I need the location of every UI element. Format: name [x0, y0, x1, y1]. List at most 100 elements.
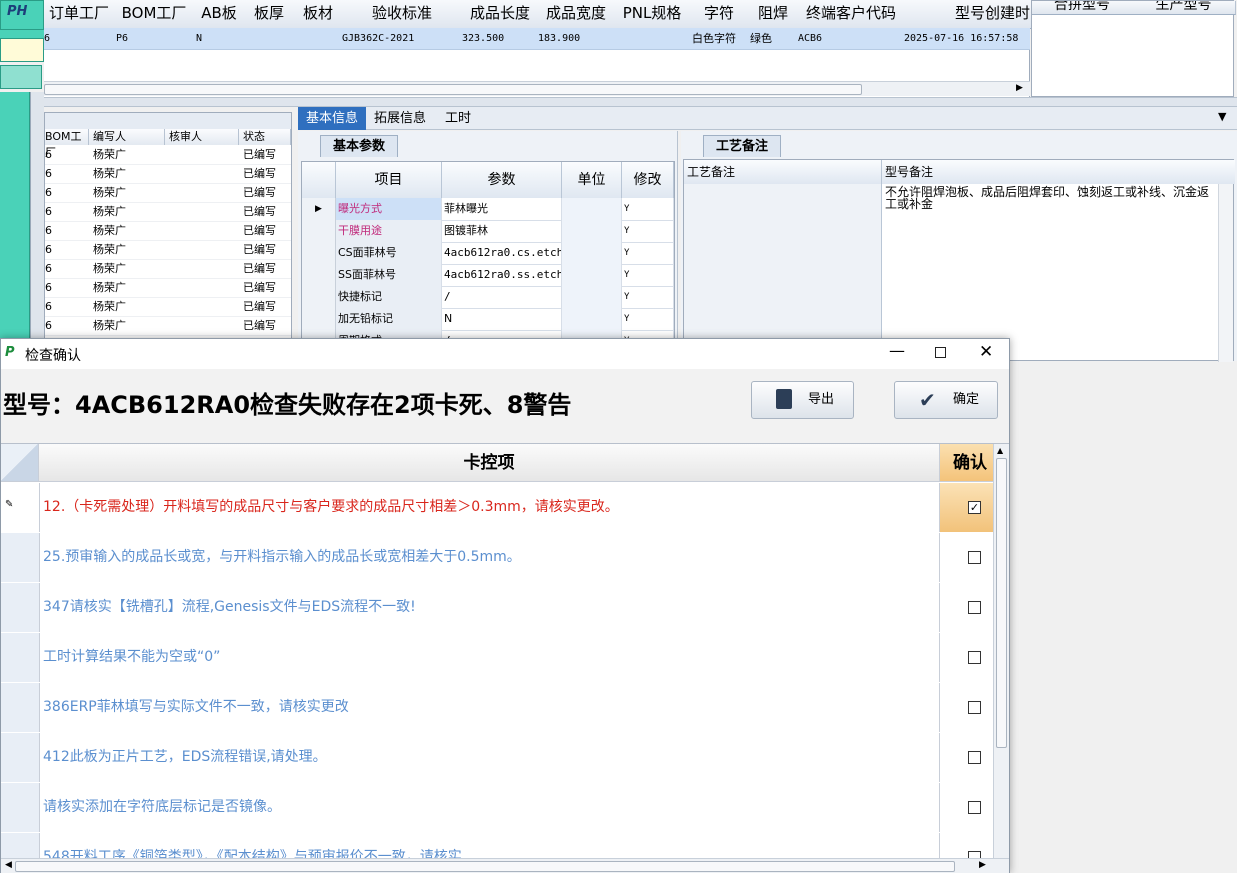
list-item[interactable]: 6 杨荣广 已编写 [45, 240, 291, 260]
check-row[interactable]: 25.预审输入的成品长或宽，与开料指示输入的成品长或宽相差大于0.5mm。 [1, 533, 993, 584]
check-row[interactable]: 386ERP菲林填写与实际文件不一致，请核实更改 [1, 683, 993, 734]
row-selector[interactable] [1, 633, 40, 682]
col-header[interactable]: 合拼型号 [1032, 1, 1133, 15]
col-header[interactable]: 验收标准 [342, 0, 463, 29]
row-selector[interactable] [1, 783, 40, 832]
param-cell-mod[interactable]: Y [622, 308, 674, 330]
col-header[interactable]: 修改 [622, 162, 674, 198]
col-header[interactable]: 字符 [690, 0, 749, 29]
param-cell-mod[interactable]: Y [622, 286, 674, 308]
row-selector[interactable] [302, 308, 336, 330]
tab-basic-params[interactable]: 基本参数 [320, 135, 398, 157]
maximize-icon[interactable] [935, 347, 946, 358]
row-selector[interactable] [302, 242, 336, 264]
remark-vscroll[interactable] [1218, 184, 1233, 362]
col-header[interactable]: 订单工厂 [44, 0, 115, 29]
splitter[interactable] [44, 97, 1237, 107]
col-header[interactable]: BOM工厂 [45, 129, 89, 159]
list-item[interactable]: 6 杨荣广 已编写 [45, 259, 291, 279]
param-cell-param[interactable]: 菲林曝光 [442, 198, 562, 220]
col-header[interactable]: 阻焊 [748, 0, 799, 29]
scroll-right-arrow-icon[interactable]: ▶ [1016, 83, 1023, 93]
col-header[interactable]: 生产型号 [1132, 1, 1236, 15]
nav-yellow-item[interactable] [0, 38, 44, 62]
col-header[interactable]: 型号创建时 [904, 0, 1033, 29]
param-cell-param[interactable]: N [442, 308, 562, 330]
table-row[interactable]: 快捷标记 / Y [302, 286, 674, 309]
row-selector[interactable] [1, 683, 40, 732]
col-header[interactable]: BOM工厂 [114, 0, 195, 29]
close-icon[interactable]: ✕ [979, 342, 993, 362]
grid-hscroll[interactable]: ◀ ▶ [1, 858, 1009, 873]
row-selector[interactable] [1, 583, 40, 632]
remark-cell-left[interactable] [684, 184, 882, 362]
list-item[interactable]: 6 杨荣广 已编写 [45, 145, 291, 165]
list-item[interactable]: 6 杨荣广 已编写 [45, 164, 291, 184]
col-header[interactable]: AB板 [194, 0, 245, 29]
nav-teal-item[interactable] [0, 65, 42, 89]
param-cell-item[interactable]: 快捷标记 [336, 286, 442, 308]
param-cell-param[interactable]: / [442, 286, 562, 308]
table-row[interactable]: SS面菲林号 4acb612ra0.ss.etch Y [302, 264, 674, 287]
check-row[interactable]: 412此板为正片工艺，EDS流程错误,请处理。 [1, 733, 993, 784]
nav-teal-block[interactable] [0, 30, 44, 38]
list-item[interactable]: 6 杨荣广 已编写 [45, 202, 291, 222]
list-item[interactable]: 6 杨荣广 已编写 [45, 278, 291, 298]
tab-basic-info[interactable]: 基本信息 [298, 107, 366, 130]
col-header-confirm[interactable]: 确认 [939, 444, 993, 482]
row-selector[interactable] [1, 833, 40, 858]
param-cell-mod[interactable]: Y [622, 264, 674, 286]
confirm-checkbox[interactable] [968, 751, 981, 764]
col-header[interactable]: 单位 [562, 162, 622, 198]
param-cell-item[interactable]: CS面菲林号 [336, 242, 442, 264]
row-selector[interactable] [1, 533, 40, 582]
table-row[interactable]: 干膜用途 图镀菲林 Y [302, 220, 674, 243]
param-cell-item[interactable]: SS面菲林号 [336, 264, 442, 286]
confirm-checkbox[interactable] [968, 701, 981, 714]
model-remark-text[interactable]: 不允许阻焊泡板、成品后阻焊套印、蚀刻返工或补线、沉金返工或补金 [885, 186, 1217, 210]
dialog-titlebar[interactable]: P 检查确认 — ✕ [1, 339, 1009, 369]
col-header[interactable]: 状态 [239, 129, 291, 145]
col-header[interactable]: 核审人 [165, 129, 239, 145]
col-header[interactable]: 成品长度 [462, 0, 539, 29]
table-row[interactable]: CS面菲林号 4acb612ra0.cs.etch Y [302, 242, 674, 265]
confirm-checkbox[interactable]: ✓ [968, 501, 981, 514]
param-cell-item[interactable]: 干膜用途 [336, 220, 442, 242]
scroll-right-arrow-icon[interactable]: ▶ [979, 860, 986, 870]
param-cell-item[interactable]: 曝光方式 [336, 198, 442, 220]
param-cell-param[interactable]: 4acb612ra0.ss.etch [442, 264, 562, 286]
check-row[interactable]: 548开料工序《铜箔类型》，《配本结构》与预审报价不一致，请核实 [1, 833, 993, 858]
confirm-checkbox[interactable] [968, 551, 981, 564]
param-cell-unit[interactable] [562, 220, 622, 242]
tabs-dropdown-icon[interactable]: ▼ [1218, 110, 1226, 123]
table-row[interactable]: ▶ 曝光方式 菲林曝光 Y [302, 198, 674, 221]
check-row[interactable]: 347请核实【铣槽孔】流程,Genesis文件与EDS流程不一致! [1, 583, 993, 634]
list-item[interactable]: 6 杨荣广 已编写 [45, 183, 291, 203]
grid-vscroll[interactable]: ▲ [993, 444, 1009, 858]
col-header[interactable]: 板厚 [244, 0, 295, 29]
tab-process-remarks[interactable]: 工艺备注 [703, 135, 781, 157]
row-selector[interactable]: ▶ [302, 198, 336, 220]
row-selector[interactable] [1, 733, 40, 782]
param-cell-param[interactable]: 4acb612ra0.cs.etch [442, 242, 562, 264]
list-item[interactable]: 6 杨荣广 已编写 [45, 297, 291, 317]
row-selector[interactable] [302, 220, 336, 242]
param-cell-unit[interactable] [562, 308, 622, 330]
param-cell-unit[interactable] [562, 242, 622, 264]
row-selector[interactable]: ✎ [1, 483, 40, 532]
minimize-icon[interactable]: — [889, 341, 905, 360]
col-header[interactable]: 终端客户代码 [798, 0, 905, 29]
confirm-checkbox[interactable] [968, 851, 981, 858]
table-row[interactable]: 加无铅标记 N Y [302, 308, 674, 331]
param-cell-mod[interactable]: Y [622, 198, 674, 220]
scroll-thumb[interactable] [15, 861, 955, 872]
tab-work-hours[interactable]: 工时 [438, 107, 478, 130]
param-cell-unit[interactable] [562, 264, 622, 286]
confirm-checkbox[interactable] [968, 601, 981, 614]
ok-button[interactable]: ✔ 确定 [894, 381, 998, 419]
param-cell-unit[interactable] [562, 286, 622, 308]
list-item[interactable]: 6 杨荣广 已编写 [45, 221, 291, 241]
param-cell-param[interactable]: 图镀菲林 [442, 220, 562, 242]
export-button[interactable]: 导出 [751, 381, 854, 419]
param-cell-unit[interactable] [562, 198, 622, 220]
